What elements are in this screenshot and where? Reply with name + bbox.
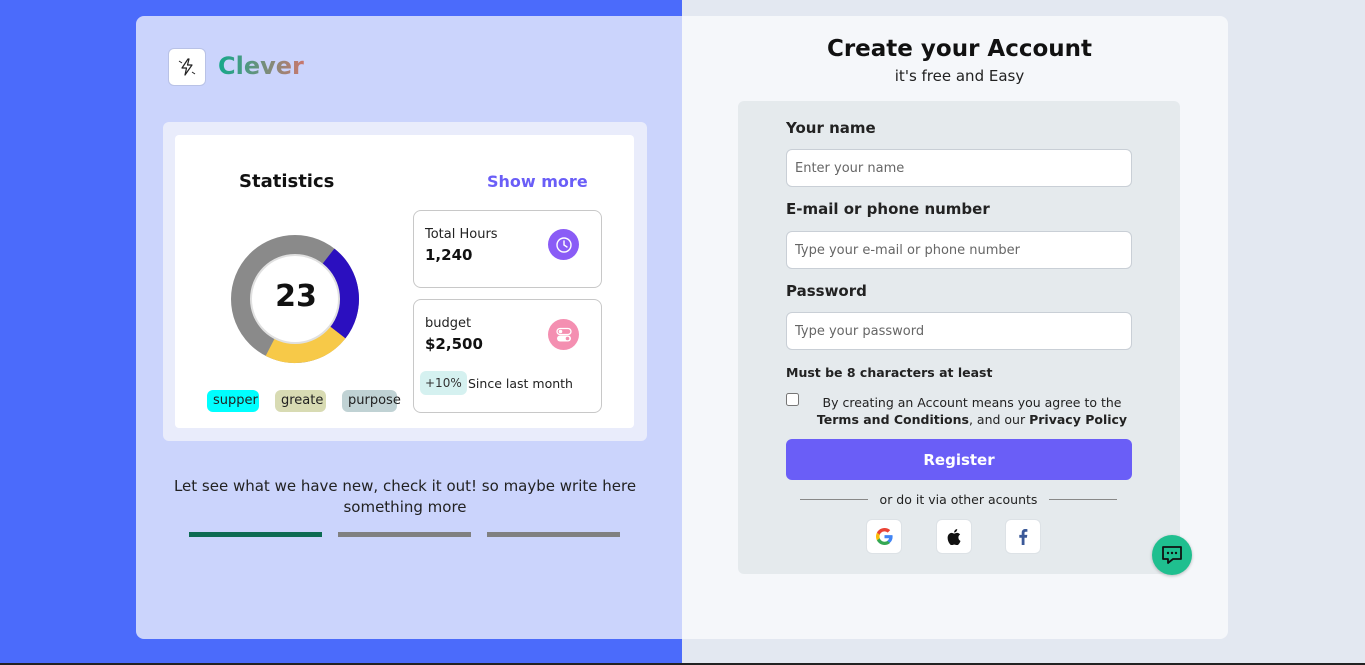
toggle-icon [548,319,579,350]
promo-tagline: Let see what we have new, check it out! … [173,477,637,516]
chat-button[interactable] [1152,535,1192,575]
terms-prefix: By creating an Account means you agree t… [822,395,1122,410]
password-hint: Must be 8 characters at least [786,365,993,380]
terms-checkbox[interactable] [786,393,799,406]
total-hours-label: Total Hours [425,227,498,242]
total-hours-value: 1,240 [425,246,473,264]
tag-supper[interactable]: supper [207,390,259,412]
alternative-login-text: or do it via other acounts [879,492,1038,507]
carousel-indicator-3[interactable] [487,532,620,537]
divider-left [800,499,868,500]
register-button[interactable]: Register [786,439,1132,480]
privacy-link[interactable]: Privacy Policy [1029,412,1127,427]
carousel-indicator-2[interactable] [338,532,471,537]
tag-greate[interactable]: greate [275,390,326,412]
facebook-icon [1019,528,1028,545]
tag-purpose[interactable]: purpose [342,390,401,412]
google-icon [875,528,893,545]
chat-icon [1162,546,1182,564]
name-label: Your name [786,119,876,137]
terms-middle: , and our [968,412,1030,427]
statistics-title: Statistics [239,171,335,192]
donut-value: 23 [275,279,317,314]
terms-text: By creating an Account means you agree t… [808,394,1136,428]
growth-badge: +10% [420,371,467,395]
divider-right [1049,499,1117,500]
email-input[interactable] [786,231,1132,269]
google-button[interactable] [866,519,902,554]
carousel-indicator-1[interactable] [189,532,322,537]
show-more-link[interactable]: Show more [487,172,588,191]
password-label: Password [786,282,867,300]
total-hours-card: Total Hours 1,240 [413,210,602,288]
logo-icon [168,48,206,86]
terms-link[interactable]: Terms and Conditions [817,412,969,427]
budget-value: $2,500 [425,335,483,353]
budget-label: budget [425,316,472,331]
apple-icon [947,528,961,545]
clock-icon [548,229,579,260]
page-title: Create your Account [826,36,1093,62]
budget-card: budget $2,500 +10% Since last month [413,299,602,413]
email-label: E-mail or phone number [786,200,990,218]
brand-name: Clever [218,52,304,80]
apple-button[interactable] [936,519,972,554]
growth-caption: Since last month [468,376,573,391]
name-input[interactable] [786,149,1132,187]
password-input[interactable] [786,312,1132,350]
facebook-button[interactable] [1005,519,1041,554]
page-subtitle: it's free and Easy [894,67,1025,85]
